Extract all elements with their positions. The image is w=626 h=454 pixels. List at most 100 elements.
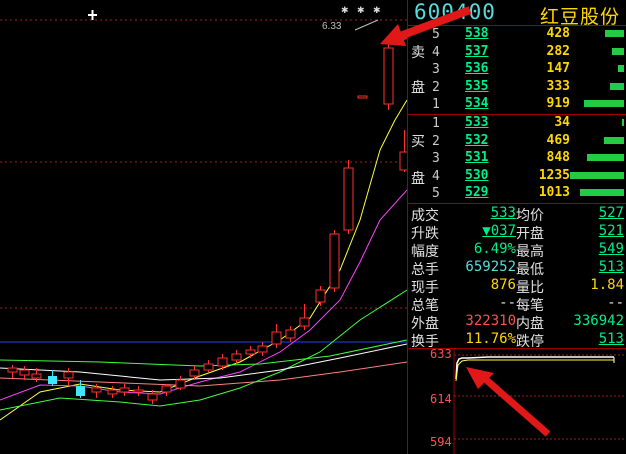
stat-label: 升跌 — [411, 226, 439, 242]
buy-level: 4 — [432, 168, 440, 184]
sell-level: 3 — [432, 62, 440, 78]
sell-volume: 282 — [546, 43, 570, 59]
buy-row[interactable]: 4 530 1235 — [408, 168, 626, 185]
candle-body — [271, 331, 282, 345]
stat-value: -- — [607, 295, 624, 311]
buy-price[interactable]: 532 — [465, 133, 488, 148]
moving-average-lines — [0, 99, 407, 421]
stat-value: 322310 — [465, 313, 516, 329]
stat-row: 外盘 322310 内盘 336942 — [408, 313, 626, 332]
cursor-icon — [88, 10, 97, 20]
stat-row: 成交 533 均价 527 — [408, 205, 626, 224]
buy-volume: 1013 — [538, 185, 570, 201]
candle-body — [48, 376, 57, 384]
candle-body — [7, 367, 18, 373]
stat-label: 总笔 — [411, 298, 439, 314]
candle-body — [329, 233, 340, 289]
sell-volume: 428 — [546, 26, 570, 41]
candle-body — [343, 167, 354, 231]
red-arrowhead-icon — [380, 6, 472, 46]
sell-price[interactable]: 534 — [465, 96, 488, 111]
stat-row: 总笔 -- 每笔 -- — [408, 295, 626, 314]
stat-label: 内盘 — [516, 316, 544, 332]
sell-volume-bar — [610, 82, 624, 90]
stat-value: 11.76% — [465, 331, 516, 347]
candle-body — [299, 317, 310, 327]
stat-value: 876 — [490, 277, 516, 293]
candle-body — [203, 363, 214, 371]
stat-label: 最高 — [516, 244, 544, 260]
stat-value: -- — [499, 295, 516, 311]
candle-body — [257, 345, 268, 353]
buy-volume: 1235 — [538, 167, 570, 183]
buy-price[interactable]: 530 — [465, 168, 488, 183]
stat-value: 513 — [598, 259, 624, 275]
stat-label: 每笔 — [516, 298, 544, 314]
buy-volume-bar — [570, 171, 624, 179]
candle-body — [189, 369, 200, 377]
sell-volume-bar — [605, 30, 624, 37]
candle-body — [161, 385, 172, 393]
stat-value: 549 — [598, 241, 624, 257]
candle-body — [19, 369, 30, 376]
buy-price[interactable]: 531 — [465, 150, 488, 165]
buy-level: 3 — [432, 151, 440, 167]
buy-price[interactable]: 533 — [465, 115, 488, 130]
stat-value: ▼037 — [482, 223, 516, 239]
sell-row[interactable]: 3 536 147 — [408, 61, 626, 78]
chart-canvas[interactable] — [0, 0, 407, 454]
candle-body — [147, 393, 158, 401]
stat-label: 总手 — [411, 262, 439, 278]
buy-volume: 34 — [554, 115, 570, 130]
stat-row: 现手 876 量比 1.84 — [408, 277, 626, 296]
candle-body — [315, 289, 326, 303]
stat-label: 现手 — [411, 280, 439, 296]
stat-row: 升跌 ▼037 开盘 521 — [408, 223, 626, 242]
stat-value: 527 — [598, 205, 624, 221]
candles-group — [7, 40, 407, 404]
stat-label: 量比 — [516, 280, 544, 296]
buy-row[interactable]: 3 531 848 — [408, 150, 626, 167]
sell-row[interactable]: 2 535 333 — [408, 79, 626, 96]
stat-label: 外盘 — [411, 316, 439, 332]
candle-body — [107, 389, 118, 395]
candle-body — [31, 373, 42, 379]
stock-terminal-window: 6.33 ✱ ✱ ✱ 600400 红豆股份 卖 盘 5538428453728… — [0, 0, 626, 454]
sell-price[interactable]: 535 — [465, 79, 488, 94]
divider — [408, 203, 626, 204]
stat-label: 均价 — [516, 208, 544, 224]
sell-volume-bar — [612, 47, 624, 55]
candle-body — [76, 386, 85, 396]
buy-row[interactable]: 1 533 34 — [408, 115, 626, 132]
mini-tick-label: 633 — [430, 347, 452, 361]
buy-price[interactable]: 529 — [465, 185, 488, 200]
buy-volume-bar — [622, 119, 624, 126]
buy-row[interactable]: 2 532 469 — [408, 133, 626, 150]
stat-row: 总手 659252 最低 513 — [408, 259, 626, 278]
stat-value: 659252 — [465, 259, 516, 275]
sell-volume: 333 — [546, 78, 570, 94]
buy-level: 5 — [432, 186, 440, 202]
candle-body — [399, 151, 407, 171]
quote-panel: 600400 红豆股份 卖 盘 553842845372823536147253… — [407, 0, 626, 454]
candlestick-chart[interactable]: 6.33 ✱ ✱ ✱ — [0, 0, 407, 454]
sell-level: 2 — [432, 79, 440, 95]
candle-body — [91, 387, 102, 393]
candle-body — [119, 387, 130, 393]
stat-row: 幅度 6.49% 最高 549 — [408, 241, 626, 260]
high-price-label: 6.33 — [322, 21, 342, 32]
signal-marker-icon: ✱ — [341, 5, 349, 15]
stat-value: 6.49% — [473, 241, 516, 257]
sell-row[interactable]: 1 534 919 — [408, 96, 626, 113]
candle-body — [133, 389, 144, 393]
candle-body — [245, 349, 256, 355]
buy-row[interactable]: 5 529 1013 — [408, 185, 626, 202]
buy-volume-bar — [587, 154, 624, 162]
sell-price[interactable]: 536 — [465, 61, 488, 76]
buy-volume: 848 — [546, 150, 570, 166]
intraday-mini-chart[interactable]: 633 614 594 — [408, 347, 626, 454]
stat-label: 开盘 — [516, 226, 544, 242]
stat-label: 幅度 — [411, 244, 439, 260]
candle-body — [63, 371, 74, 379]
stat-value: 336942 — [573, 313, 624, 329]
